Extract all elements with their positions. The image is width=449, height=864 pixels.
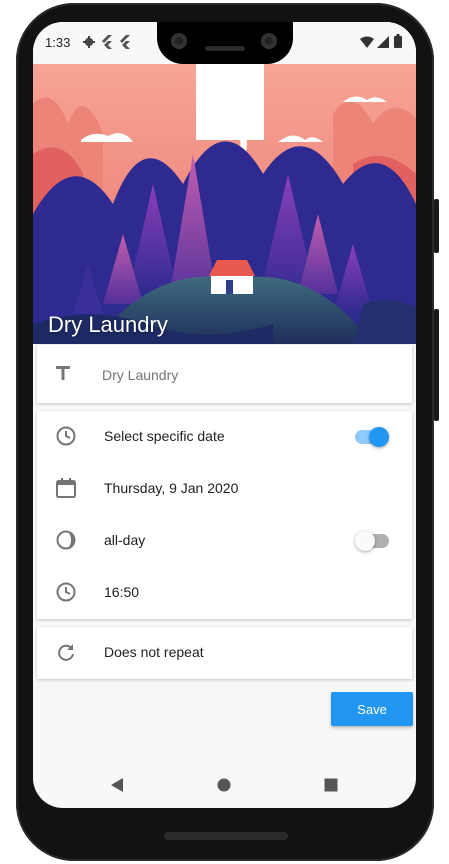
toggle-thumb xyxy=(369,427,389,447)
specific-date-label: Select specific date xyxy=(104,428,225,444)
landscape-illustration xyxy=(33,64,416,344)
clock-icon xyxy=(56,582,76,602)
signal-icon xyxy=(377,36,389,48)
repeat-row[interactable]: Does not repeat xyxy=(37,627,412,679)
specific-date-toggle[interactable] xyxy=(355,427,389,447)
toggle-thumb xyxy=(355,531,375,551)
volume-button xyxy=(434,309,439,421)
home-icon[interactable] xyxy=(217,778,231,792)
status-time: 1:33 xyxy=(45,35,71,50)
repeat-label: Does not repeat xyxy=(104,644,204,660)
earpiece-speaker xyxy=(205,46,245,51)
flutter-icon xyxy=(120,35,130,49)
specific-date-row[interactable]: Select specific date xyxy=(37,411,412,463)
all-day-row[interactable]: all-day xyxy=(37,515,412,567)
bottom-speaker xyxy=(164,832,288,840)
front-camera xyxy=(261,33,277,49)
time-value: 16:50 xyxy=(104,584,140,600)
clock-icon xyxy=(56,426,76,446)
title-input[interactable]: Dry Laundry xyxy=(102,367,178,383)
half-moon-icon xyxy=(56,530,76,550)
title-row[interactable]: Dry Laundry xyxy=(37,345,412,403)
app-screen: 1:33 Dry Laundry Dry Laundry Select spec… xyxy=(33,22,416,808)
save-button[interactable]: Save xyxy=(331,692,413,726)
back-icon[interactable] xyxy=(110,778,124,792)
text-icon xyxy=(56,366,70,380)
date-row[interactable]: Thursday, 9 Jan 2020 xyxy=(37,463,412,515)
power-button xyxy=(434,199,439,253)
schedule-card: Select specific date Thursday, 9 Jan 202… xyxy=(37,411,412,619)
settings-icon xyxy=(83,36,95,48)
camera-notch xyxy=(157,22,293,64)
all-day-label: all-day xyxy=(104,532,146,548)
wifi-icon xyxy=(360,36,374,48)
time-row[interactable]: 16:50 xyxy=(37,567,412,619)
battery-icon xyxy=(394,34,402,48)
all-day-toggle[interactable] xyxy=(355,531,389,551)
calendar-icon xyxy=(56,478,76,498)
flutter-icon xyxy=(102,35,112,49)
page-title: Dry Laundry xyxy=(48,312,168,337)
title-card: Dry Laundry xyxy=(37,345,412,403)
header-illustration: Dry Laundry xyxy=(33,64,416,344)
date-value: Thursday, 9 Jan 2020 xyxy=(104,480,239,496)
repeat-card: Does not repeat xyxy=(37,627,412,679)
recents-icon[interactable] xyxy=(324,778,338,792)
repeat-icon xyxy=(58,644,74,661)
system-nav-bar xyxy=(33,762,416,808)
front-camera xyxy=(171,33,187,49)
